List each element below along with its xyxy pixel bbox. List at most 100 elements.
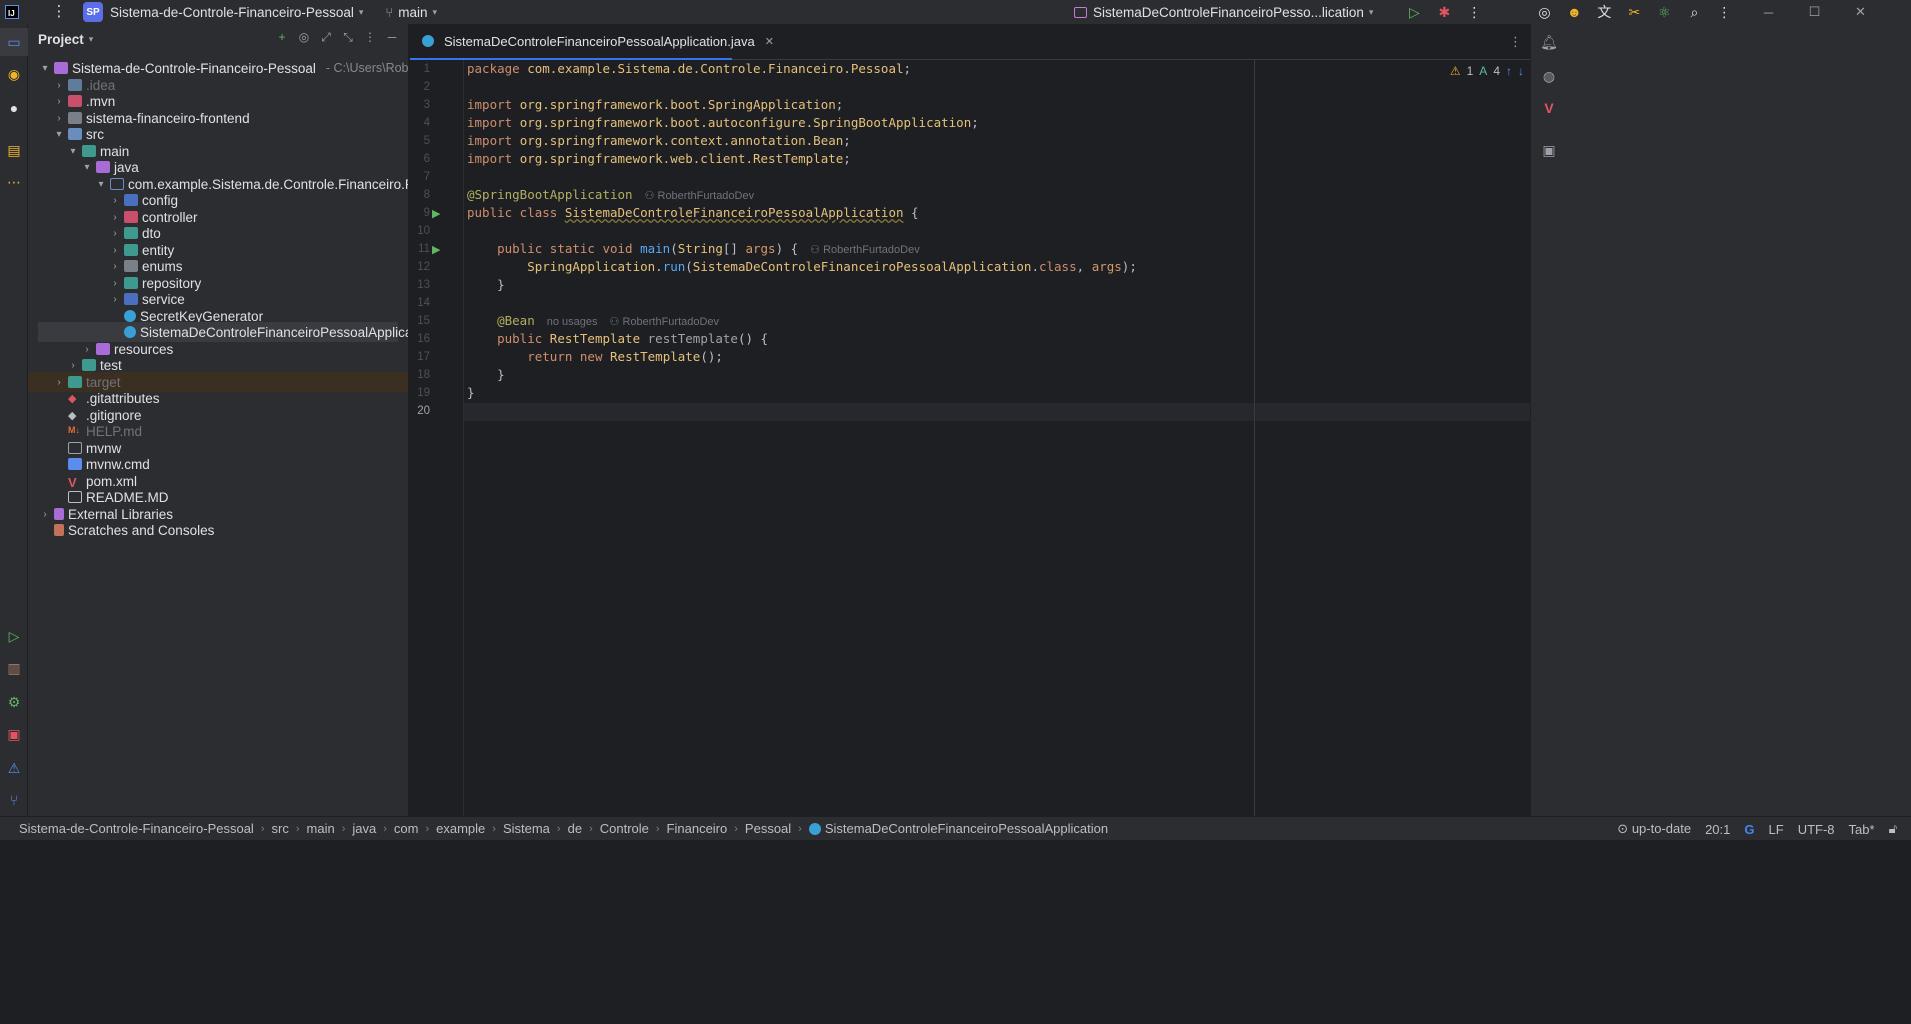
- hide-icon[interactable]: ─: [384, 30, 400, 45]
- author-hint[interactable]: ⚇ RoberthFurtadoDev: [810, 244, 920, 256]
- close-tab-icon[interactable]: ✕: [765, 35, 774, 48]
- editor-tab[interactable]: SistemaDeControleFinanceiroPessoalApplic…: [410, 24, 774, 60]
- breadcrumb-item[interactable]: main: [307, 821, 335, 836]
- collapsed-arrow-icon[interactable]: ›: [108, 261, 122, 272]
- collapsed-arrow-icon[interactable]: ›: [52, 80, 66, 91]
- collapsed-arrow-icon[interactable]: ›: [80, 344, 94, 355]
- run-gutter-icon[interactable]: ▶: [432, 207, 440, 220]
- database-icon[interactable]: ▣: [1531, 136, 1567, 164]
- tab-options-icon[interactable]: ⋮: [1509, 34, 1522, 50]
- build-tools-icon[interactable]: ✂: [1619, 0, 1649, 24]
- plugin-icon[interactable]: ⚛: [1649, 0, 1679, 24]
- inspection-widget[interactable]: ⚠ 1 A4 ↑ ↓: [1450, 64, 1524, 78]
- more-tools-icon[interactable]: ⋯: [0, 168, 28, 196]
- minimize-icon[interactable]: ─: [1745, 0, 1791, 24]
- settings-gear-icon[interactable]: ⚙: [0, 688, 28, 716]
- expanded-arrow-icon[interactable]: ▾: [94, 179, 108, 190]
- run-tool-icon[interactable]: ▷: [0, 622, 28, 650]
- vcs-status[interactable]: ⊙ up-to-date: [1617, 821, 1691, 837]
- expanded-arrow-icon[interactable]: ▾: [52, 129, 66, 140]
- breadcrumb-item[interactable]: Pessoal: [745, 821, 791, 836]
- collapsed-arrow-icon[interactable]: ›: [52, 377, 66, 388]
- collapsed-arrow-icon[interactable]: ›: [108, 278, 122, 289]
- collapsed-arrow-icon[interactable]: ›: [108, 245, 122, 256]
- add-icon[interactable]: +: [274, 30, 290, 45]
- project-badge[interactable]: SP: [83, 2, 103, 22]
- close-icon[interactable]: ✕: [1837, 0, 1883, 24]
- breadcrumb-item[interactable]: Controle: [600, 821, 649, 836]
- collapsed-arrow-icon[interactable]: ›: [108, 294, 122, 305]
- breadcrumb-item[interactable]: de: [568, 821, 582, 836]
- more-actions-icon[interactable]: ⋮: [1459, 0, 1489, 24]
- project-switcher[interactable]: Sistema-de-Controle-Financeiro-Pessoal: [110, 5, 354, 20]
- collapsed-arrow-icon[interactable]: ›: [108, 228, 122, 239]
- author-hint[interactable]: ⚇ RoberthFurtadoDev: [610, 316, 720, 328]
- breadcrumb-item[interactable]: Financeiro: [667, 821, 728, 836]
- chevron-down-icon[interactable]: ▾: [432, 7, 437, 18]
- expanded-arrow-icon[interactable]: ▾: [38, 63, 52, 74]
- breadcrumb-item[interactable]: SistemaDeControleFinanceiroPessoalApplic…: [825, 821, 1108, 836]
- prev-highlight-icon[interactable]: ↑: [1506, 64, 1512, 78]
- code-line-18: }: [467, 367, 505, 382]
- git-icon[interactable]: ⑂: [0, 786, 28, 814]
- maximize-icon[interactable]: ☐: [1791, 0, 1837, 24]
- run-gutter-icon[interactable]: ▶: [432, 243, 440, 256]
- services-icon[interactable]: ▥: [0, 654, 28, 682]
- breadcrumb-item[interactable]: Sistema-de-Controle-Financeiro-Pessoal: [19, 821, 254, 836]
- settings-icon[interactable]: ⋮: [1709, 0, 1739, 24]
- author-hint[interactable]: ⚇ RoberthFurtadoDev: [645, 190, 755, 202]
- commit-tool-icon[interactable]: ◉: [0, 60, 28, 88]
- structure-icon[interactable]: ▤: [0, 136, 28, 164]
- options-icon[interactable]: ⋮: [362, 30, 378, 45]
- branch-switcher[interactable]: main: [398, 5, 427, 20]
- expanded-arrow-icon[interactable]: ▾: [66, 146, 80, 157]
- expand-all-icon[interactable]: ⤢: [318, 30, 334, 45]
- search-icon[interactable]: ⌕: [1679, 0, 1709, 24]
- github-icon[interactable]: ●: [0, 94, 28, 122]
- code-with-me-icon[interactable]: ☻: [1559, 0, 1589, 24]
- collapsed-arrow-icon[interactable]: ›: [38, 509, 52, 520]
- collapsed-arrow-icon[interactable]: ›: [52, 113, 66, 124]
- problems-icon[interactable]: ⚠: [0, 754, 28, 782]
- breadcrumb-item[interactable]: java: [352, 821, 376, 836]
- gutter: 1 2 3 4 5 6 7 8 9 10 11 12 13 14 15 16 1…: [410, 60, 464, 816]
- run-icon[interactable]: ▷: [1399, 0, 1429, 24]
- ai-assistant-icon[interactable]: ◎: [1529, 0, 1559, 24]
- collapsed-arrow-icon[interactable]: ›: [108, 212, 122, 223]
- terminal-icon[interactable]: ▣: [0, 720, 28, 748]
- debug-icon[interactable]: ✱: [1429, 0, 1459, 24]
- breadcrumb-item[interactable]: src: [272, 821, 289, 836]
- locate-icon[interactable]: ◎: [296, 30, 312, 45]
- expanded-arrow-icon[interactable]: ▾: [80, 162, 94, 173]
- ai-chat-icon[interactable]: ◍: [1531, 62, 1567, 90]
- lock-icon[interactable]: 🔓︎: [1889, 821, 1897, 837]
- collapsed-arrow-icon[interactable]: ›: [66, 360, 80, 371]
- breadcrumb-item[interactable]: example: [436, 821, 485, 836]
- breadcrumb-item[interactable]: com: [394, 821, 419, 836]
- maven-tool-icon[interactable]: V: [1531, 94, 1567, 122]
- right-margin-guide: [1254, 60, 1255, 816]
- run-config-selector[interactable]: SistemaDeControleFinanceiroPesso...licat…: [1093, 5, 1364, 20]
- chevron-down-icon[interactable]: ▾: [1369, 7, 1374, 18]
- translate-icon[interactable]: 文: [1589, 0, 1619, 24]
- tree-item-scratches[interactable]: Scratches and Consoles: [38, 520, 398, 540]
- line-separator[interactable]: LF: [1769, 822, 1784, 837]
- chevron-down-icon[interactable]: ▾: [359, 7, 364, 18]
- next-highlight-icon[interactable]: ↓: [1518, 64, 1524, 78]
- notifications-icon[interactable]: 🔔︎: [1531, 28, 1567, 56]
- caret-position[interactable]: 20:1: [1705, 822, 1730, 837]
- indent-setting[interactable]: Tab*: [1849, 822, 1875, 837]
- code-editor[interactable]: 1 2 3 4 5 6 7 8 9 10 11 12 13 14 15 16 1…: [410, 60, 1530, 816]
- breadcrumb-item[interactable]: Sistema: [503, 821, 550, 836]
- collapse-all-icon[interactable]: ⤡: [340, 30, 356, 45]
- project-panel-title[interactable]: Project: [38, 32, 84, 47]
- main-menu-button[interactable]: ⋮: [49, 2, 69, 22]
- chevron-down-icon[interactable]: ▾: [89, 34, 94, 45]
- usages-hint[interactable]: no usages: [547, 316, 598, 328]
- google-icon[interactable]: G: [1744, 822, 1754, 837]
- breadcrumb-separator-icon: ›: [655, 822, 660, 835]
- collapsed-arrow-icon[interactable]: ›: [52, 96, 66, 107]
- file-encoding[interactable]: UTF-8: [1798, 822, 1835, 837]
- collapsed-arrow-icon[interactable]: ›: [108, 195, 122, 206]
- project-tool-icon[interactable]: ▭: [0, 28, 28, 56]
